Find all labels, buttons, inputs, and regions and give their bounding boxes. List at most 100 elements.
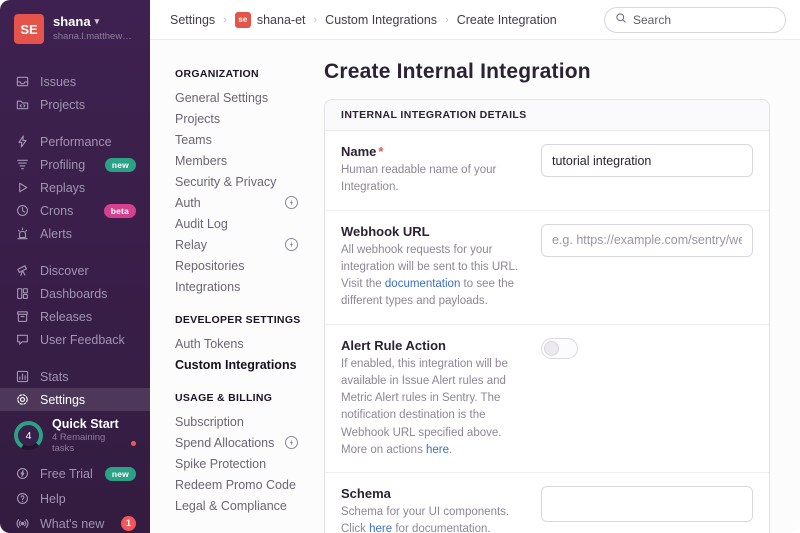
actions-here-link[interactable]: here — [426, 444, 449, 456]
sidebar-item-projects[interactable]: Projects — [0, 93, 150, 116]
org-user-dropdown[interactable]: SE shana ▾ shana.l.matthews@… — [0, 12, 150, 56]
quick-start[interactable]: 4 Quick Start 4 Remaining tasks — [0, 411, 150, 460]
discover-icon — [14, 263, 30, 279]
org-mini-avatar: se — [235, 12, 251, 28]
panel-header-details: INTERNAL INTEGRATION DETAILS — [325, 100, 769, 131]
chevron-right-icon: › — [314, 14, 318, 26]
nav-section-usage-billing: USAGE & BILLING — [175, 392, 306, 404]
webhook-url-label: Webhook URL — [341, 224, 519, 239]
quick-start-progress-ring: 4 — [14, 421, 43, 450]
nav-item-integrations[interactable]: Integrations — [175, 276, 306, 297]
quick-start-label: Quick Start — [52, 417, 136, 431]
sidebar-item-alerts[interactable]: Alerts — [0, 222, 150, 245]
search-input[interactable] — [633, 13, 775, 27]
nav-item-spend-allocations[interactable]: Spend Allocations — [175, 432, 306, 453]
breadcrumb-org[interactable]: se shana-et — [235, 12, 306, 28]
performance-icon — [14, 134, 30, 150]
name-input[interactable] — [541, 144, 753, 177]
nav-item-auth-tokens[interactable]: Auth Tokens — [175, 333, 306, 354]
chevron-right-icon: › — [223, 14, 227, 26]
quick-start-subtitle: 4 Remaining tasks — [52, 432, 127, 454]
schema-label: Schema — [341, 486, 519, 501]
beta-badge: beta — [104, 204, 136, 218]
sidebar-item-profiling[interactable]: Profiling new — [0, 153, 150, 176]
schema-textarea[interactable] — [541, 486, 753, 522]
sidebar-item-issues[interactable]: Issues — [0, 70, 150, 93]
gear-icon — [14, 392, 30, 408]
alert-rule-action-toggle[interactable] — [541, 338, 578, 359]
profiling-icon — [14, 157, 30, 173]
schema-here-link[interactable]: here — [369, 523, 392, 533]
nav-item-projects[interactable]: Projects — [175, 108, 306, 129]
alert-rule-action-help: If enabled, this integration will be ava… — [341, 356, 519, 460]
nav-item-subscription[interactable]: Subscription — [175, 411, 306, 432]
nav-item-legal-compliance[interactable]: Legal & Compliance — [175, 495, 306, 516]
nav-item-audit-log[interactable]: Audit Log — [175, 213, 306, 234]
nav-item-redeem-promo-code[interactable]: Redeem Promo Code — [175, 474, 306, 495]
user-email: shana.l.matthews@… — [53, 31, 136, 42]
dashboards-icon — [14, 286, 30, 302]
search-box[interactable] — [604, 7, 786, 33]
chevron-down-icon: ▾ — [95, 16, 100, 27]
sidebar-item-user-feedback[interactable]: User Feedback — [0, 328, 150, 351]
stats-icon — [14, 369, 30, 385]
sidebar-item-releases[interactable]: Releases — [0, 305, 150, 328]
replays-icon — [14, 180, 30, 196]
main-content: Create Internal Integration INTERNAL INT… — [312, 40, 800, 533]
breadcrumb-settings[interactable]: Settings — [170, 13, 215, 27]
nav-item-spike-protection[interactable]: Spike Protection — [175, 453, 306, 474]
sidebar-item-help[interactable]: Help — [0, 487, 150, 510]
sidebar: SE shana ▾ shana.l.matthews@… Issues Pro… — [0, 0, 150, 533]
org-avatar: SE — [14, 14, 44, 44]
sidebar-item-stats[interactable]: Stats — [0, 365, 150, 388]
breadcrumb-create-integration[interactable]: Create Integration — [457, 13, 557, 27]
sidebar-item-replays[interactable]: Replays — [0, 176, 150, 199]
internal-integration-details-panel: INTERNAL INTEGRATION DETAILS Name* Human… — [324, 99, 770, 533]
sidebar-item-discover[interactable]: Discover — [0, 259, 150, 282]
power-feature-icon — [285, 238, 298, 251]
alert-dot — [131, 441, 136, 446]
nav-item-relay[interactable]: Relay — [175, 234, 306, 255]
projects-icon — [14, 97, 30, 113]
upgrade-icon — [14, 466, 30, 482]
user-feedback-icon — [14, 332, 30, 348]
issues-icon — [14, 74, 30, 90]
page-title: Create Internal Integration — [324, 60, 770, 84]
field-row-alert-rule-action: Alert Rule Action If enabled, this integ… — [325, 325, 769, 474]
help-icon — [14, 491, 30, 507]
crons-icon — [14, 203, 30, 219]
settings-nav: ORGANIZATION General Settings Projects T… — [150, 40, 312, 533]
webhook-url-help: All webhook requests for your integratio… — [341, 242, 519, 311]
top-bar: Settings › se shana-et › Custom Integrat… — [150, 0, 800, 40]
webhook-url-input[interactable] — [541, 224, 753, 257]
nav-item-members[interactable]: Members — [175, 150, 306, 171]
documentation-link[interactable]: documentation — [385, 278, 460, 290]
nav-section-developer-settings: DEVELOPER SETTINGS — [175, 314, 306, 326]
new-badge: new — [105, 467, 136, 481]
nav-item-auth[interactable]: Auth — [175, 192, 306, 213]
nav-item-security-privacy[interactable]: Security & Privacy — [175, 171, 306, 192]
toggle-knob — [544, 341, 559, 356]
power-feature-icon — [285, 436, 298, 449]
sidebar-item-dashboards[interactable]: Dashboards — [0, 282, 150, 305]
whats-new-count-badge: 1 — [121, 516, 136, 531]
schema-help: Schema for your UI components. Click her… — [341, 504, 519, 533]
sidebar-item-performance[interactable]: Performance — [0, 130, 150, 153]
nav-section-organization: ORGANIZATION — [175, 68, 306, 80]
required-asterisk: * — [378, 144, 383, 159]
sidebar-item-free-trial[interactable]: Free Trial new — [0, 462, 150, 485]
name-help: Human readable name of your Integration. — [341, 162, 519, 197]
field-row-webhook-url: Webhook URL All webhook requests for you… — [325, 211, 769, 325]
breadcrumb-custom-integrations[interactable]: Custom Integrations — [325, 13, 437, 27]
field-row-schema: Schema Schema for your UI components. Cl… — [325, 473, 769, 533]
sidebar-item-whats-new[interactable]: What's new 1 — [0, 512, 150, 533]
nav-item-custom-integrations[interactable]: Custom Integrations — [175, 354, 306, 375]
search-icon — [615, 11, 627, 29]
nav-item-general-settings[interactable]: General Settings — [175, 87, 306, 108]
releases-icon — [14, 309, 30, 325]
nav-item-teams[interactable]: Teams — [175, 129, 306, 150]
sidebar-item-crons[interactable]: Crons beta — [0, 199, 150, 222]
sidebar-item-settings[interactable]: Settings — [0, 388, 150, 411]
new-badge: new — [105, 158, 136, 172]
nav-item-repositories[interactable]: Repositories — [175, 255, 306, 276]
